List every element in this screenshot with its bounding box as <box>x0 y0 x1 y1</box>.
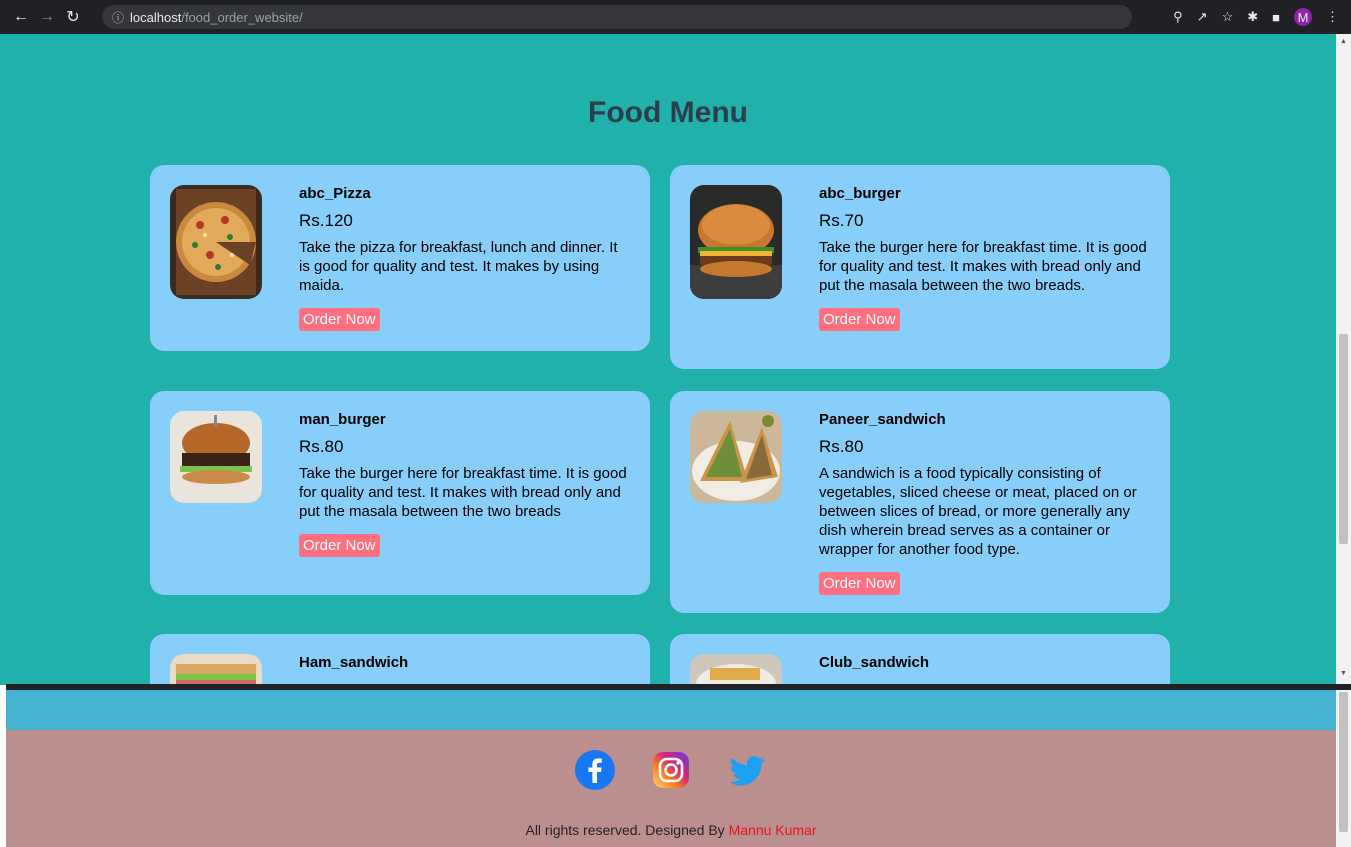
reload-icon[interactable]: ↻ <box>60 7 86 27</box>
item-name: man_burger <box>299 411 386 428</box>
menu-card: abc_Pizza Rs.120 Take the pizza for brea… <box>150 165 650 351</box>
burger-image <box>690 185 782 299</box>
url-host: localhost <box>130 9 182 25</box>
forward-icon[interactable]: → <box>34 8 60 26</box>
item-price: Rs.80 <box>819 437 864 456</box>
item-price: Rs.120 <box>299 211 353 230</box>
item-name: Ham_sandwich <box>299 654 409 671</box>
scroll-down-icon[interactable]: ▼ <box>1339 670 1348 677</box>
scrollbar-thumb[interactable] <box>1339 334 1348 544</box>
instagram-icon[interactable] <box>651 750 691 790</box>
side-panel-icon[interactable]: ■ <box>1272 10 1280 25</box>
burger-image <box>170 411 262 503</box>
order-now-button[interactable]: Order Now <box>299 534 380 557</box>
lower-scrollbar[interactable] <box>1336 690 1351 847</box>
url-path: /food_order_website/ <box>181 9 303 25</box>
item-name: abc_Pizza <box>299 185 371 202</box>
menu-card: man_burger Rs.80 Take the burger here fo… <box>150 391 650 595</box>
extensions-icon[interactable]: ✱ <box>1247 9 1258 25</box>
social-links <box>6 750 1336 790</box>
item-name: Club_sandwich <box>819 654 930 671</box>
sandwich-image <box>170 654 262 685</box>
pizza-image <box>170 185 262 299</box>
item-description: Take the burger here for breakfast time.… <box>299 465 627 520</box>
menu-card: Ham_sandwich <box>150 634 650 685</box>
profile-avatar[interactable]: M <box>1294 8 1312 26</box>
bookmark-star-icon[interactable]: ☆ <box>1222 9 1234 25</box>
item-description: A sandwich is a food typically consistin… <box>819 465 1137 558</box>
page-scrollbar[interactable]: ▲ ▼ <box>1336 34 1351 685</box>
footer-text: All rights reserved. Designed By <box>525 822 725 838</box>
scroll-up-icon[interactable]: ▲ <box>1339 38 1348 45</box>
order-now-button[interactable]: Order Now <box>819 572 900 595</box>
twitter-icon[interactable] <box>727 750 767 790</box>
menu-card: Paneer_sandwich Rs.80 A sandwich is a fo… <box>670 391 1170 613</box>
item-name: Paneer_sandwich <box>819 411 946 428</box>
order-now-button[interactable]: Order Now <box>299 308 380 331</box>
lower-scrollbar-thumb[interactable] <box>1339 692 1348 832</box>
order-now-button[interactable]: Order Now <box>819 308 900 331</box>
item-description: Take the burger here for breakfast time.… <box>819 239 1147 294</box>
more-menu-icon[interactable]: ⋮ <box>1326 9 1339 25</box>
menu-card: abc_burger Rs.70 Take the burger here fo… <box>670 165 1170 369</box>
site-info-icon[interactable]: ⓘ <box>112 9 124 26</box>
address-bar[interactable]: ⓘ localhost/food_order_website/ <box>102 5 1132 29</box>
page-title: Food Menu <box>588 96 748 129</box>
share-icon[interactable]: ↗ <box>1197 9 1208 25</box>
menu-card: Club_sandwich <box>670 634 1170 685</box>
footer-top-band <box>6 690 1336 730</box>
item-description: Take the pizza for breakfast, lunch and … <box>299 239 618 294</box>
page-viewport: Food Menu abc_Pizza Rs.120 Take the pizz… <box>0 34 1336 685</box>
item-price: Rs.70 <box>819 211 864 230</box>
zoom-icon[interactable]: ⚲ <box>1173 9 1183 25</box>
footer-credits: All rights reserved. Designed By Mannu K… <box>6 822 1336 838</box>
author-link[interactable]: Mannu Kumar <box>729 822 817 838</box>
item-name: abc_burger <box>819 185 901 202</box>
browser-toolbar: ← → ↻ ⓘ localhost/food_order_website/ ⚲ … <box>0 0 1351 34</box>
sandwich-image <box>690 411 782 503</box>
site-footer: All rights reserved. Designed By Mannu K… <box>6 730 1336 847</box>
back-icon[interactable]: ← <box>8 8 34 26</box>
sandwich-image <box>690 654 782 685</box>
facebook-icon[interactable] <box>575 750 615 790</box>
item-price: Rs.80 <box>299 437 344 456</box>
